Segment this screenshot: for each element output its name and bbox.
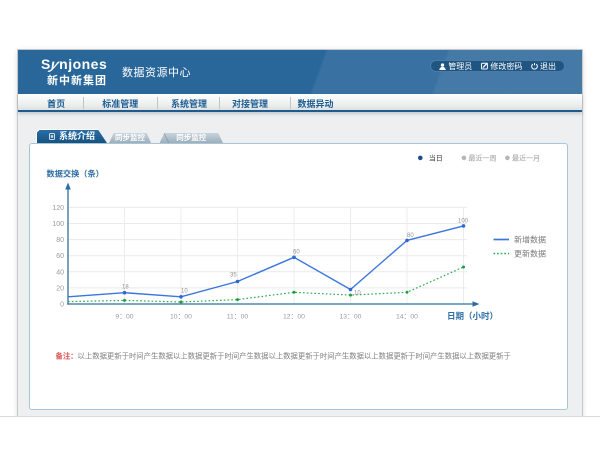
svg-text:100: 100 <box>52 221 64 228</box>
svg-text:10: 10 <box>181 289 188 295</box>
svg-text:14：00: 14：00 <box>396 314 418 321</box>
svg-text:0: 0 <box>60 302 64 309</box>
svg-text:60: 60 <box>56 253 64 260</box>
svg-text:13：00: 13：00 <box>340 314 362 321</box>
svg-text:120: 120 <box>52 205 64 212</box>
svg-text:35: 35 <box>230 273 237 279</box>
svg-text:40: 40 <box>56 269 64 276</box>
svg-text:更新数据: 更新数据 <box>514 249 546 259</box>
svg-text:数据交换（条）: 数据交换（条） <box>47 168 104 178</box>
svg-text:80: 80 <box>407 233 414 239</box>
svg-text:最近一月: 最近一月 <box>512 154 540 163</box>
svg-text:新增数据: 新增数据 <box>514 235 546 245</box>
svg-text:11：00: 11：00 <box>227 314 249 321</box>
svg-text:10: 10 <box>354 291 361 297</box>
svg-text:日期（小时）: 日期（小时） <box>447 311 498 321</box>
svg-text:备注：以上数据更新于时间产生数据以上数据更新于时间产生数据以: 备注：以上数据更新于时间产生数据以上数据更新于时间产生数据以上数据更新于时间产生… <box>56 352 511 361</box>
svg-text:10：00: 10：00 <box>170 314 192 321</box>
svg-text:当日: 当日 <box>429 154 443 163</box>
svg-text:100: 100 <box>458 219 469 225</box>
svg-text:9：00: 9：00 <box>115 314 133 321</box>
svg-text:18: 18 <box>122 285 129 291</box>
svg-text:60: 60 <box>293 250 300 256</box>
svg-text:20: 20 <box>56 285 64 292</box>
svg-text:最近一周: 最近一周 <box>469 154 497 163</box>
svg-text:80: 80 <box>56 237 64 244</box>
svg-text:12：00: 12：00 <box>283 314 305 321</box>
